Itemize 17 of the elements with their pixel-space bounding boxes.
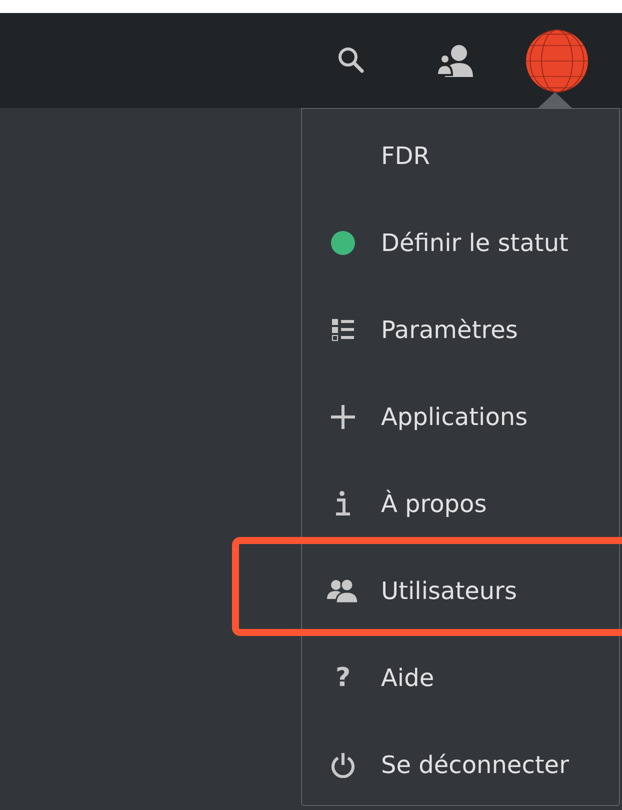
menu-item[interactable]: Définir le statut: [381, 224, 568, 260]
avatar[interactable]: [525, 28, 589, 92]
help-icon: ?: [335, 664, 351, 690]
power-icon: [331, 752, 355, 778]
user-name: FDR: [381, 140, 430, 172]
search-icon[interactable]: [337, 46, 365, 76]
contacts-icon[interactable]: [437, 42, 475, 78]
plus-icon: [331, 404, 355, 428]
menu-item[interactable]: À propos: [381, 486, 487, 522]
menu-item[interactable]: Applications: [381, 398, 528, 434]
menu-item[interactable]: Utilisateurs: [381, 572, 517, 608]
menu-item[interactable]: Paramètres: [381, 312, 518, 348]
menu-item[interactable]: Aide: [381, 660, 434, 696]
list-icon: [332, 318, 354, 340]
menu-item[interactable]: Se déconnecter: [381, 746, 569, 782]
users-icon: [327, 578, 359, 602]
info-icon: [335, 490, 351, 516]
